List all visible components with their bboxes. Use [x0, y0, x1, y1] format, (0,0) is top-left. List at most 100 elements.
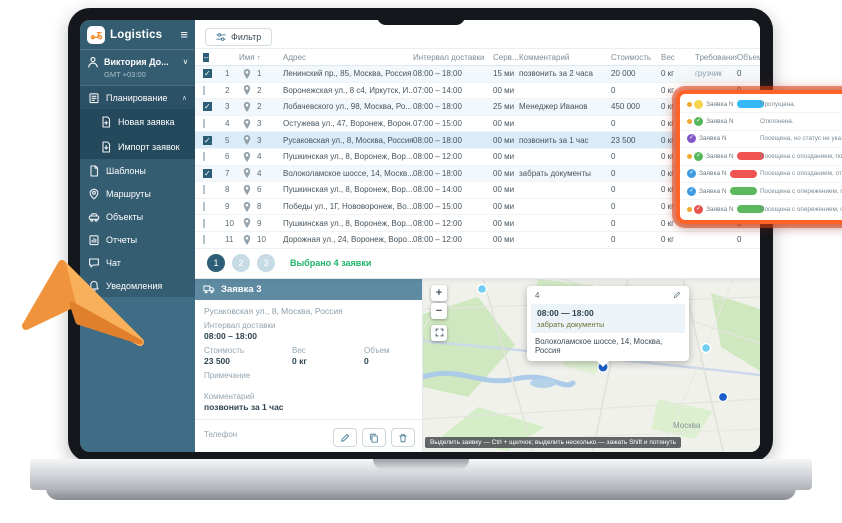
cell-interval: 08:00 – 12:00 — [413, 219, 493, 228]
zoom-out-button[interactable]: − — [431, 303, 447, 319]
legend-label: Заявка N — [706, 153, 734, 160]
doc-import-icon — [100, 141, 112, 153]
row-checkbox[interactable] — [203, 235, 205, 244]
table-header: – Имя ↑АдресИнтервал доставкиСерв...Комме… — [195, 48, 760, 66]
pin-icon — [243, 152, 257, 162]
details-title: Заявка 3 — [221, 284, 262, 295]
delete-button[interactable] — [391, 428, 415, 447]
legend-status-text: Посещена с опережением, отклонена. — [760, 206, 842, 213]
row-checkbox[interactable]: ✓ — [203, 102, 212, 111]
map-canvas[interactable]: + − 4 08:00 — 18:00 забрать документы — [423, 279, 760, 452]
user-menu[interactable]: Виктория До... ∨ — [80, 50, 195, 70]
row-number: 11 — [225, 235, 243, 244]
cell-cost: 23 500 — [611, 136, 661, 145]
pin-icon — [243, 202, 257, 212]
cell-comment: позвонить за 1 час — [519, 136, 611, 145]
pin-icon — [243, 168, 257, 178]
page-buttons: 123 — [207, 254, 275, 272]
row-checkbox[interactable] — [203, 86, 205, 95]
column-header[interactable]: Стоимость — [611, 53, 661, 62]
chevron-down-icon: ∨ — [183, 58, 188, 66]
row-checkbox[interactable]: ✓ — [203, 169, 212, 178]
sidebar-item-objects[interactable]: Объекты — [80, 205, 195, 228]
logo-row: Logistics ≡ — [80, 20, 195, 50]
cell-service-time: 00 ми — [493, 169, 519, 178]
cell-comment: забрать документы — [519, 169, 611, 178]
page-button-3[interactable]: 3 — [257, 254, 275, 272]
row-checkbox[interactable] — [203, 119, 205, 128]
fullscreen-button[interactable] — [431, 325, 447, 341]
row-checkbox[interactable]: ✓ — [203, 69, 212, 78]
map-marker-popup: 4 08:00 — 18:00 забрать документы Волоко… — [527, 286, 689, 361]
column-header[interactable]: Серв... — [493, 53, 519, 62]
column-header[interactable]: Комментарий — [519, 53, 611, 62]
row-checkbox[interactable] — [203, 219, 205, 228]
objects-icon — [88, 211, 100, 223]
page-button-1[interactable]: 1 — [207, 254, 225, 272]
column-header[interactable]: Требования ... — [695, 53, 737, 62]
row-checkbox[interactable] — [203, 185, 205, 194]
cell-service-time: 00 ми — [493, 235, 519, 244]
cost-weight-volume-row: Стоимость 23 500 Вес 0 кг Объем 0 — [204, 341, 413, 366]
pin-icon — [243, 102, 257, 112]
cell-address: Волоколамское шоссе, 14, Москв... — [283, 169, 413, 178]
legend-row: ✓Заявка NПосещена с опозданием, отклонен… — [680, 166, 842, 183]
row-number: 4 — [225, 119, 243, 128]
cell-interval: 08:00 – 18:00 — [413, 102, 493, 111]
sidebar-item-doc-import[interactable]: Импорт заявок — [80, 134, 195, 159]
legend-status-text: Отклонена. — [760, 118, 794, 125]
sidebar-item-label: Отчеты — [106, 235, 137, 245]
user-name: Виктория До... — [104, 57, 169, 67]
column-header[interactable]: Адрес — [283, 53, 413, 62]
legend-time-badge — [730, 187, 757, 195]
popup-edit-icon[interactable] — [673, 291, 681, 299]
column-header-name[interactable]: Имя ↑ — [225, 53, 283, 62]
page-button-2[interactable]: 2 — [232, 254, 250, 272]
cell-interval: 08:00 – 12:00 — [413, 235, 493, 244]
sidebar-item-doc-plus[interactable]: Новая заявка — [80, 109, 195, 134]
legend-row: ✓Заявка NПосещена, но статус не указан. — [680, 131, 842, 148]
cell-comment: позвонить за 2 часа — [519, 69, 611, 78]
legend-dot-icon — [687, 119, 692, 124]
row-checkbox[interactable] — [203, 152, 205, 161]
row-checkbox[interactable] — [203, 202, 205, 211]
cell-service-time: 00 ми — [493, 152, 519, 161]
sidebar-item-label: Шаблоны — [106, 166, 146, 176]
column-header[interactable]: Вес — [661, 53, 695, 62]
cell-cost: 0 — [611, 185, 661, 194]
row-number: 8 — [225, 185, 243, 194]
column-header[interactable]: Объем — [737, 53, 760, 62]
row-number: 10 — [225, 219, 243, 228]
sidebar-item-planning[interactable]: Планирование∧ — [80, 86, 195, 109]
row-checkbox[interactable]: ✓ — [203, 136, 212, 145]
filter-button[interactable]: Фильтр — [205, 28, 272, 46]
details-body: Русаковская ул., 8, Москва, Россия Интер… — [195, 300, 422, 452]
legend-label: Заявка N — [706, 118, 734, 125]
legend-marker-icon: ✓ — [687, 134, 696, 143]
pencil-icon — [340, 433, 350, 443]
menu-toggle-icon[interactable]: ≡ — [180, 28, 188, 41]
cell-weight: 0 кг — [661, 235, 695, 244]
legend-label: Заявка N — [699, 188, 727, 195]
pin-icon — [243, 135, 257, 145]
cell-interval: 08:00 – 18:00 — [413, 69, 493, 78]
sidebar-item-templates[interactable]: Шаблоны — [80, 159, 195, 182]
edit-button[interactable] — [333, 428, 357, 447]
planning-icon — [88, 92, 100, 104]
routes-icon — [88, 188, 100, 200]
table-row[interactable]: 109Пушкинская ул., 8, Воронеж, Вор...08:… — [195, 215, 760, 232]
table-row[interactable]: 1110Дорожная ул., 24, Воронеж, Воро...08… — [195, 232, 760, 249]
popup-interval-box: 08:00 — 18:00 забрать документы — [531, 304, 685, 333]
sidebar-item-routes[interactable]: Маршруты — [80, 182, 195, 205]
sidebar-item-reports[interactable]: Отчеты — [80, 228, 195, 251]
column-header[interactable]: Интервал доставки — [413, 53, 493, 62]
reports-icon — [88, 234, 100, 246]
filter-label: Фильтр — [231, 32, 261, 42]
select-all-checkbox[interactable]: – — [203, 53, 209, 62]
copy-button[interactable] — [362, 428, 386, 447]
comment-label: Комментарий — [204, 392, 413, 401]
table-row[interactable]: ✓11Ленинский пр., 85, Москва, Россия08:0… — [195, 66, 760, 83]
zoom-in-button[interactable]: + — [431, 285, 447, 301]
laptop-base-bottom — [46, 488, 796, 500]
popup-interval: 08:00 — 18:00 — [537, 308, 679, 318]
